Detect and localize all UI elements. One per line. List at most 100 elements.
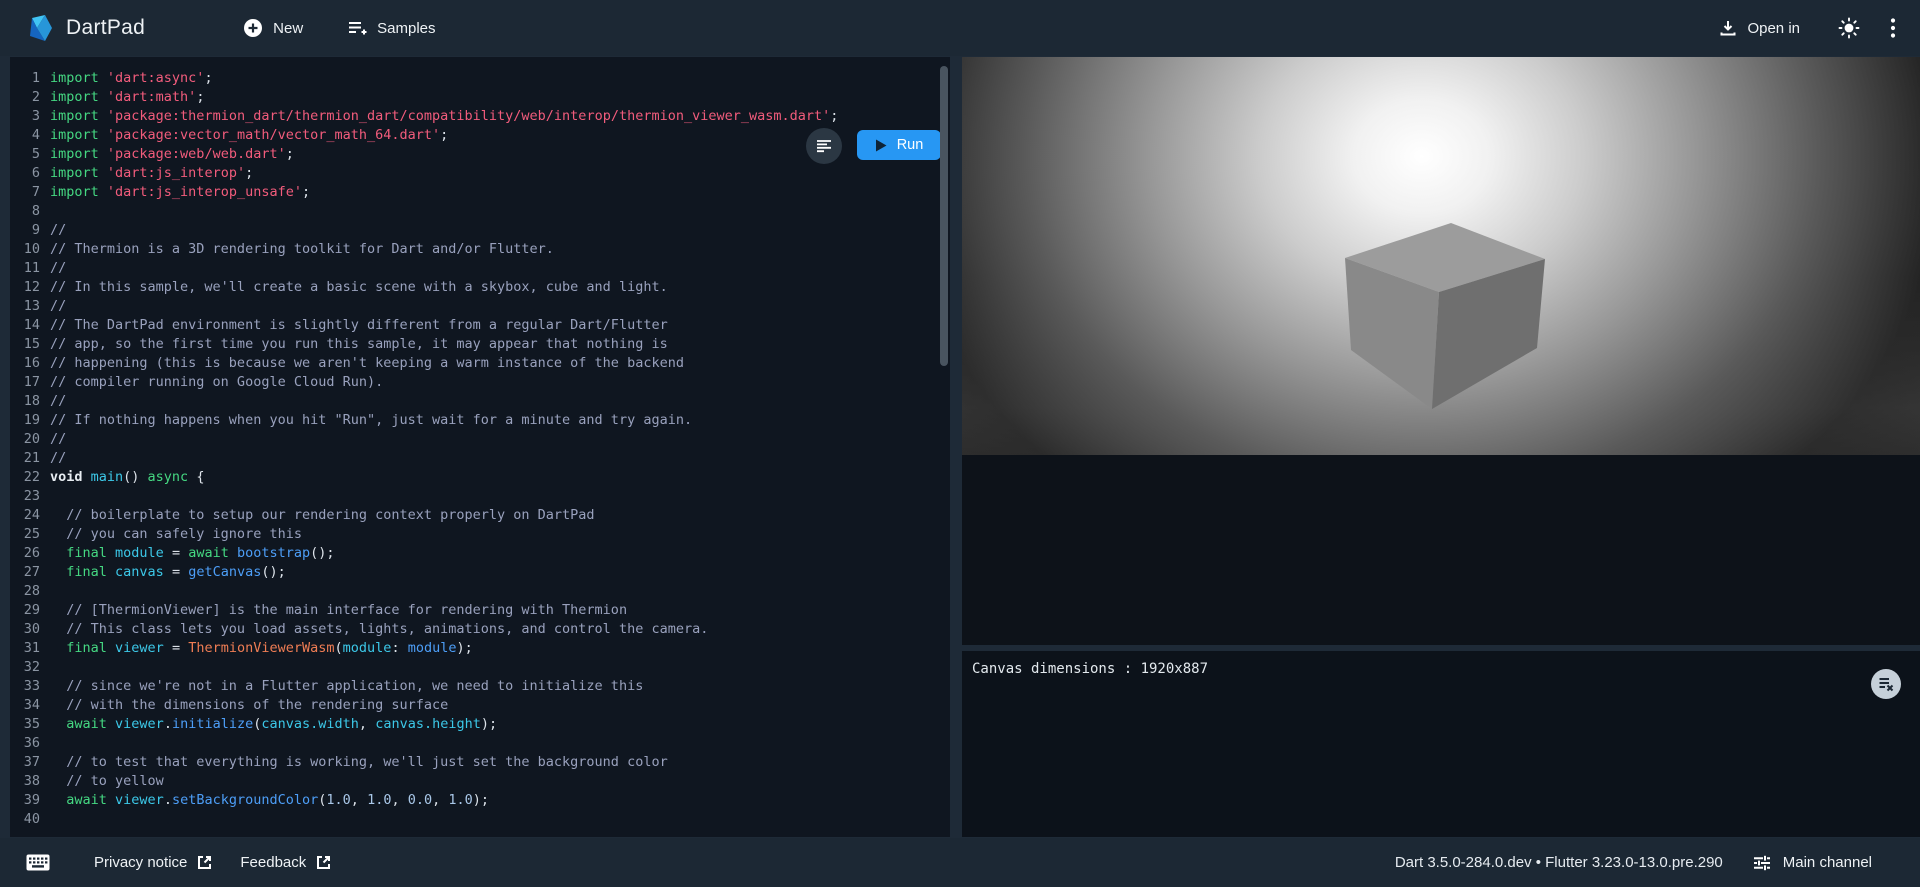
code-text: import 'package:vector_math/vector_math_… (50, 126, 448, 145)
code-text: final viewer = ThermionViewerWasm(module… (50, 639, 473, 658)
feedback-link[interactable]: Feedback (240, 854, 331, 871)
code-text: // If nothing happens when you hit "Run"… (50, 411, 692, 430)
line-number: 8 (10, 202, 40, 221)
code-line[interactable]: 10 // Thermion is a 3D rendering toolkit … (10, 240, 950, 259)
line-number: 11 (10, 259, 40, 278)
code-text: final module = await bootstrap(); (50, 544, 335, 563)
code-line[interactable]: 12// In this sample, we'll create a basi… (10, 278, 950, 297)
new-button[interactable]: New (243, 18, 303, 38)
line-number: 14 (10, 316, 40, 335)
code-lines: 1import 'dart:async';2import 'dart:math'… (10, 57, 950, 829)
line-number: 34 (10, 696, 40, 715)
feedback-label: Feedback (240, 854, 306, 871)
code-line[interactable]: 8 (10, 202, 950, 221)
line-number: 33 (10, 677, 40, 696)
code-line[interactable]: 3import 'package:thermion_dart/thermion_… (10, 107, 950, 126)
privacy-notice-label: Privacy notice (94, 854, 187, 871)
code-line[interactable]: 1import 'dart:async'; (10, 69, 950, 88)
code-text: // since we're not in a Flutter applicat… (50, 677, 643, 696)
tune-icon (1753, 855, 1771, 871)
code-line[interactable]: 29 // [ThermionViewer] is the main inter… (10, 601, 950, 620)
code-line[interactable]: 32 (10, 658, 950, 677)
code-editor-pane[interactable]: 1import 'dart:async';2import 'dart:math'… (10, 57, 950, 837)
code-line[interactable]: 14 // The DartPad environment is slightly… (10, 316, 950, 335)
code-text: // with the dimensions of the rendering … (50, 696, 448, 715)
line-number: 38 (10, 772, 40, 791)
code-line[interactable]: 24 // boilerplate to setup our rendering… (10, 506, 950, 525)
code-line[interactable]: 17// compiler running on Google Cloud Ru… (10, 373, 950, 392)
line-number: 6 (10, 164, 40, 183)
line-number: 37 (10, 753, 40, 772)
code-line[interactable]: 18// (10, 392, 950, 411)
code-line[interactable]: 40 (10, 810, 950, 829)
console-panel: Canvas dimensions : 1920x887 (962, 651, 1920, 837)
clear-console-button[interactable] (1871, 669, 1901, 699)
format-button[interactable] (806, 128, 842, 164)
run-button[interactable]: Run (857, 130, 941, 160)
code-line[interactable]: 36 (10, 734, 950, 753)
code-line[interactable]: 15// app, so the first time you run this… (10, 335, 950, 354)
line-number: 19 (10, 411, 40, 430)
open-in-new-icon (197, 855, 212, 870)
line-number: 5 (10, 145, 40, 164)
code-line[interactable]: 9// (10, 221, 950, 240)
code-text: import 'dart:async'; (50, 69, 213, 88)
overflow-menu-button[interactable] (1890, 17, 1896, 39)
code-line[interactable]: 27 final canvas = getCanvas(); (10, 563, 950, 582)
code-line[interactable]: 25 // you can safely ignore this (10, 525, 950, 544)
line-number: 2 (10, 88, 40, 107)
keyboard-icon (26, 854, 50, 871)
samples-button[interactable]: Samples (347, 19, 435, 37)
code-text: // The DartPad environment is slightly d… (50, 316, 668, 335)
code-line[interactable]: 20// (10, 430, 950, 449)
line-number: 17 (10, 373, 40, 392)
code-text: // app, so the first time you run this s… (50, 335, 668, 354)
line-number: 26 (10, 544, 40, 563)
line-number: 29 (10, 601, 40, 620)
code-line[interactable]: 13// (10, 297, 950, 316)
open-in-button[interactable]: Open in (1719, 19, 1800, 37)
code-line[interactable]: 6import 'dart:js_interop'; (10, 164, 950, 183)
render-canvas[interactable] (962, 57, 1920, 455)
code-line[interactable]: 34 // with the dimensions of the renderi… (10, 696, 950, 715)
line-number: 10 (10, 240, 40, 259)
dartpad-logo-icon (28, 14, 54, 42)
code-line[interactable]: 31 final viewer = ThermionViewerWasm(mod… (10, 639, 950, 658)
line-number: 20 (10, 430, 40, 449)
sdk-versions-text: Dart 3.5.0-284.0.dev • Flutter 3.23.0-13… (1395, 854, 1723, 871)
code-line[interactable]: 11// (10, 259, 950, 278)
line-number: 30 (10, 620, 40, 639)
code-line[interactable]: 28 (10, 582, 950, 601)
code-text: // happening (this is because we aren't … (50, 354, 684, 373)
code-text: await viewer.setBackgroundColor(1.0, 1.0… (50, 791, 489, 810)
keyboard-shortcuts-button[interactable] (26, 854, 50, 871)
code-line[interactable]: 22void main() async { (10, 468, 950, 487)
code-line[interactable]: 33 // since we're not in a Flutter appli… (10, 677, 950, 696)
code-line[interactable]: 19 // If nothing happens when you hit "Ru… (10, 411, 950, 430)
code-line[interactable]: 7import 'dart:js_interop_unsafe'; (10, 183, 950, 202)
clear-console-icon (1878, 676, 1894, 692)
code-line[interactable]: 30 // This class lets you load assets, l… (10, 620, 950, 639)
code-line[interactable]: 2import 'dart:math'; (10, 88, 950, 107)
code-line[interactable]: 35 await viewer.initialize(canvas.width,… (10, 715, 950, 734)
code-line[interactable]: 26 final module = await bootstrap(); (10, 544, 950, 563)
line-number: 35 (10, 715, 40, 734)
line-number: 7 (10, 183, 40, 202)
code-text: // Thermion is a 3D rendering toolkit fo… (50, 240, 554, 259)
status-bar-right: Dart 3.5.0-284.0.dev • Flutter 3.23.0-13… (1395, 854, 1872, 871)
theme-toggle-button[interactable] (1838, 17, 1860, 39)
code-line[interactable]: 21// (10, 449, 950, 468)
privacy-notice-link[interactable]: Privacy notice (94, 854, 212, 871)
code-line[interactable]: 37 // to test that everything is working… (10, 753, 950, 772)
console-output: Canvas dimensions : 1920x887 (972, 661, 1910, 677)
code-text: void main() async { (50, 468, 204, 487)
code-line[interactable]: 16// happening (this is because we aren'… (10, 354, 950, 373)
channel-selector-button[interactable]: Main channel (1753, 854, 1872, 871)
line-number: 32 (10, 658, 40, 677)
run-button-label: Run (897, 137, 924, 153)
code-line[interactable]: 23 (10, 487, 950, 506)
code-line[interactable]: 38 // to yellow (10, 772, 950, 791)
line-number: 12 (10, 278, 40, 297)
code-line[interactable]: 39 await viewer.setBackgroundColor(1.0, … (10, 791, 950, 810)
editor-scrollbar-thumb[interactable] (940, 66, 948, 366)
